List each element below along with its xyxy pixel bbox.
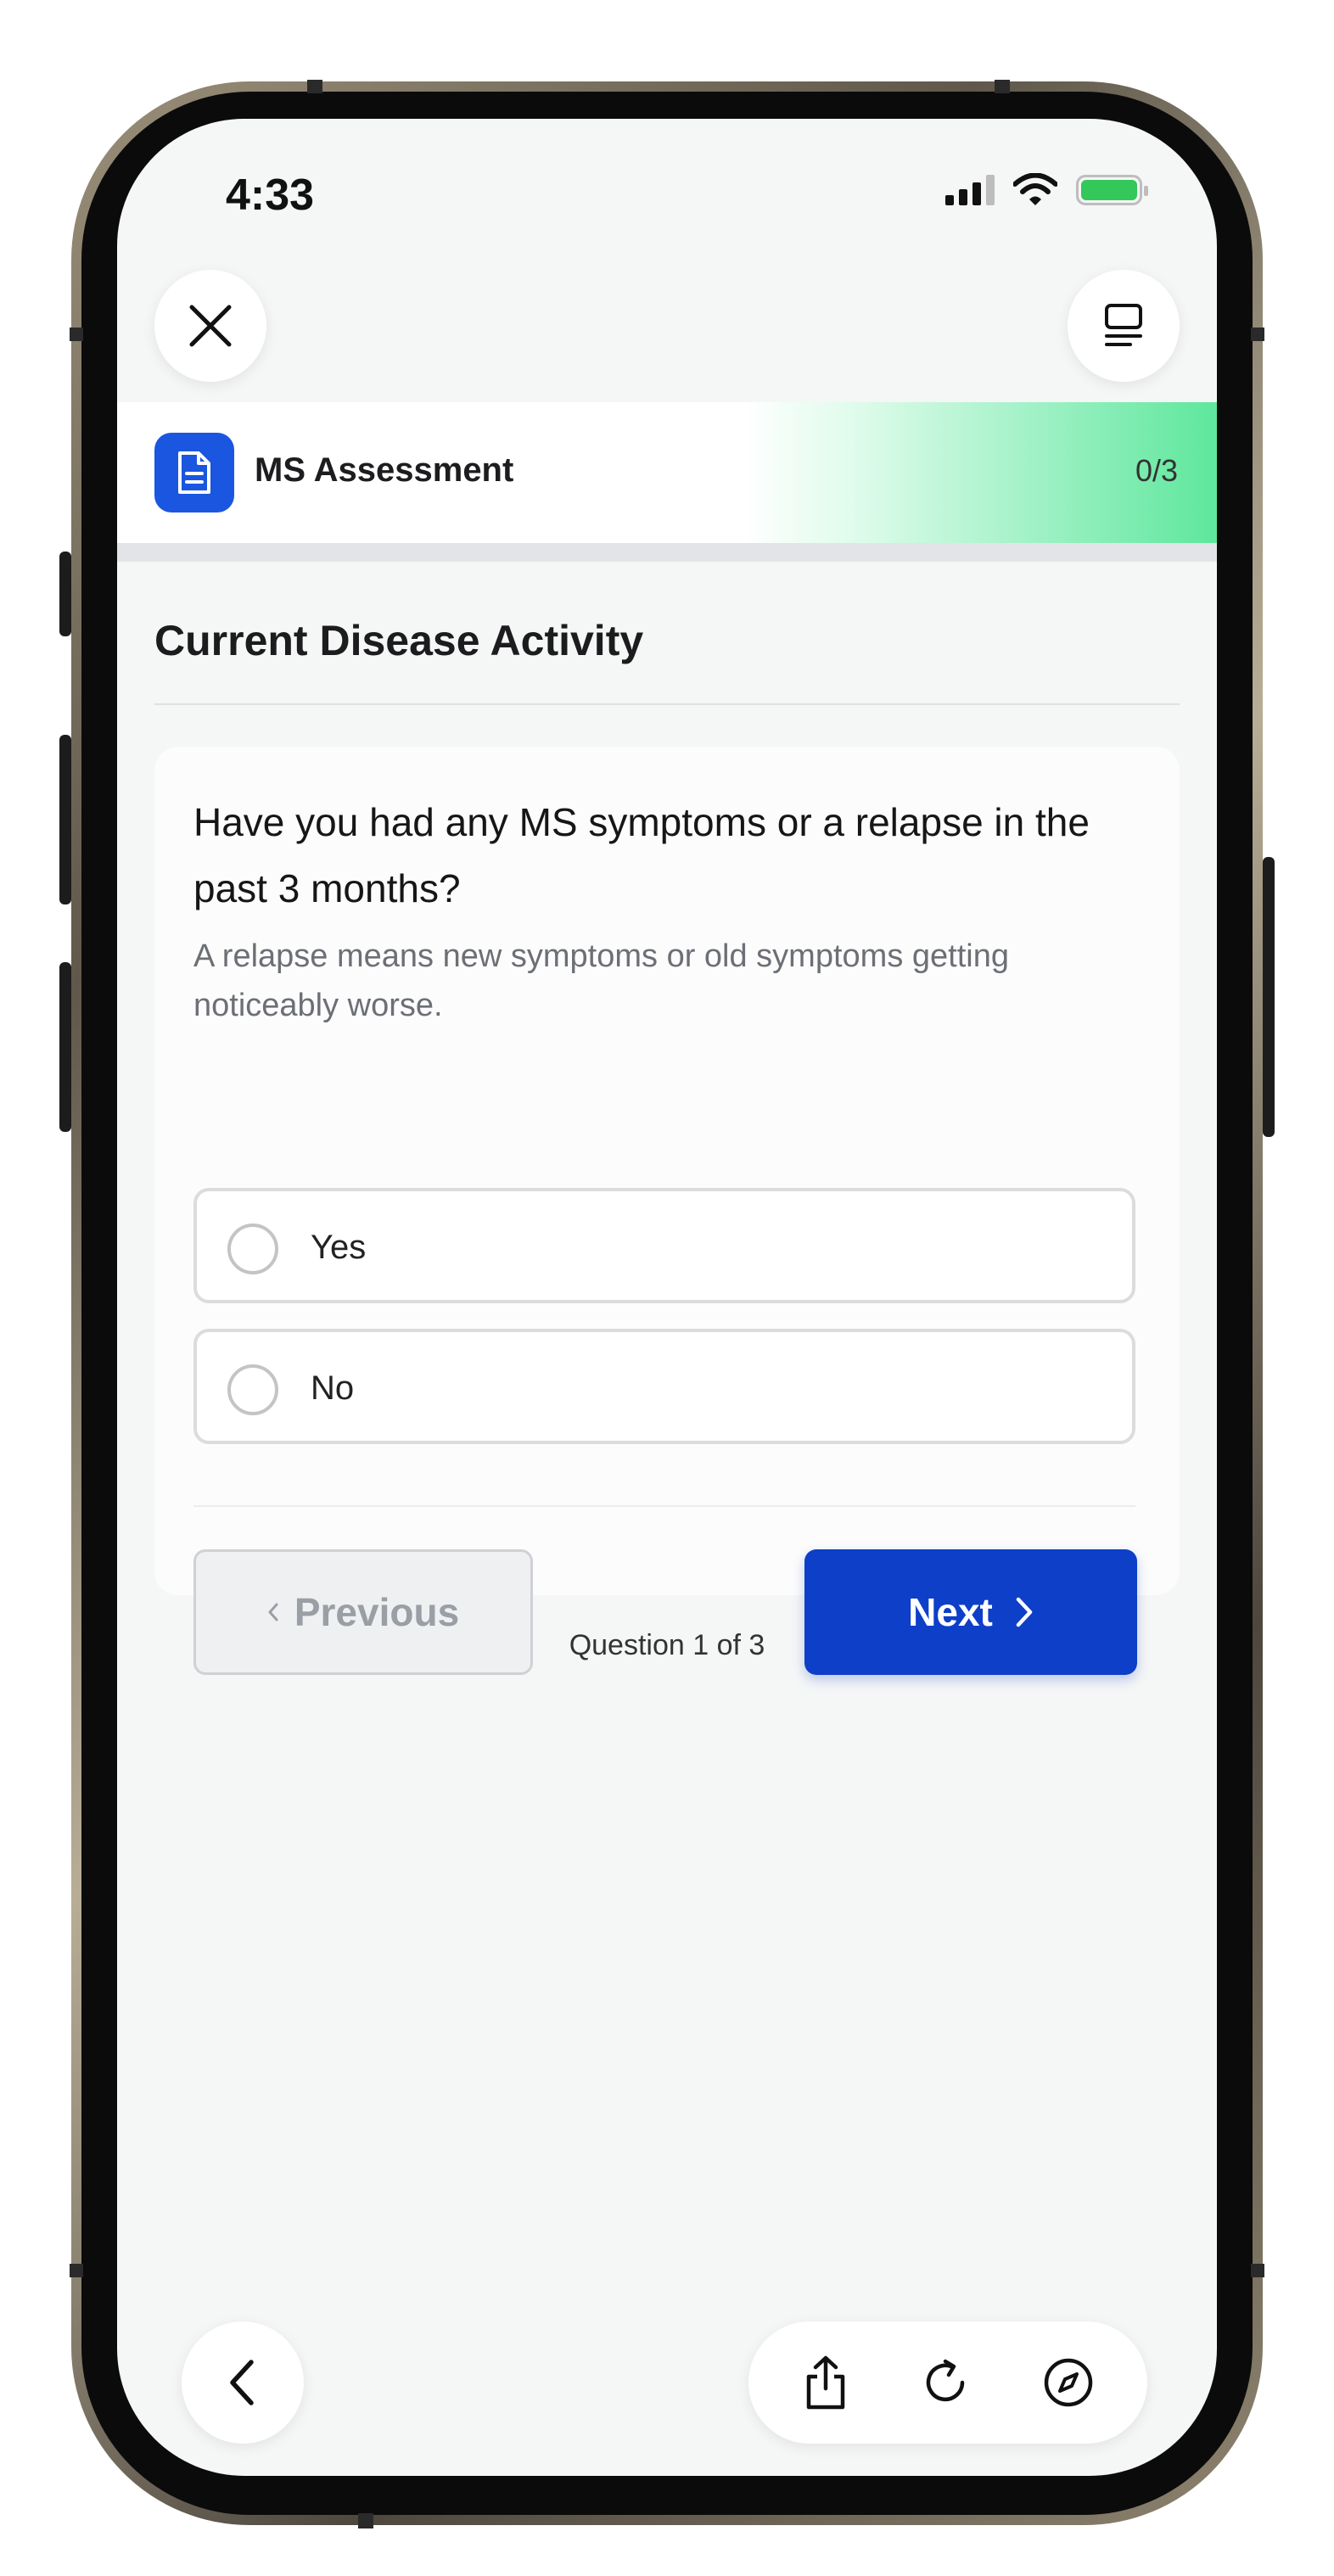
divider: [193, 1505, 1135, 1507]
side-button-volume-up: [59, 735, 71, 904]
share-icon[interactable]: [800, 2355, 851, 2411]
antenna-band: [1251, 328, 1264, 341]
refresh-icon[interactable]: [920, 2356, 972, 2409]
option-no[interactable]: No: [193, 1329, 1135, 1444]
cellular-signal-icon: [945, 175, 995, 205]
radio-button[interactable]: [227, 1364, 278, 1415]
progress-track: [117, 543, 1217, 562]
antenna-band: [995, 80, 1010, 93]
section-title: Current Disease Activity: [154, 617, 644, 664]
menu-button[interactable]: [1068, 270, 1180, 382]
antenna-band: [70, 328, 83, 341]
back-icon: [230, 2360, 254, 2405]
antenna-band: [70, 2264, 83, 2277]
assessment-title: MS Assessment: [255, 451, 514, 489]
side-button-volume-down: [59, 962, 71, 1132]
menu-icon: [1105, 304, 1142, 346]
wifi-icon: [1013, 173, 1057, 205]
radio-button[interactable]: [227, 1224, 278, 1274]
close-icon: [189, 305, 232, 347]
document-icon: [154, 433, 234, 512]
assessment-header: MS Assessment 0/3: [117, 402, 1217, 543]
progress-count: 0/3: [1135, 453, 1178, 488]
side-button-action: [59, 552, 71, 636]
close-button[interactable]: [154, 270, 266, 382]
status-time: 4:33: [226, 171, 315, 220]
antenna-band: [307, 80, 322, 93]
question-card: Have you had any MS symptoms or a relaps…: [154, 747, 1180, 1675]
question-progress: Question 1 of 3: [569, 1629, 765, 1661]
antenna-band: [358, 2513, 373, 2528]
side-button-power: [1263, 857, 1275, 1137]
question-text: Have you had any MS symptoms or a relaps…: [193, 800, 1090, 910]
chevron-left-icon: [268, 1603, 278, 1621]
divider: [154, 703, 1180, 705]
option-label: No: [311, 1369, 355, 1407]
question-hint: A relapse means new symptoms or old symp…: [193, 938, 1009, 1023]
battery-icon: [1076, 175, 1148, 205]
next-label: Next: [908, 1590, 993, 1634]
antenna-band: [1251, 2264, 1264, 2277]
chevron-right-icon: [1016, 1597, 1033, 1627]
option-yes[interactable]: Yes: [193, 1188, 1135, 1303]
previous-label: Previous: [294, 1590, 460, 1634]
phone-screen: 4:33 MS Assessment 0/3 Current Disease A…: [117, 119, 1217, 2476]
back-button[interactable]: [182, 2321, 304, 2444]
compass-icon[interactable]: [1041, 2355, 1096, 2410]
status-icons: [945, 173, 1148, 207]
browser-actions: [748, 2321, 1147, 2444]
option-label: Yes: [311, 1229, 367, 1266]
